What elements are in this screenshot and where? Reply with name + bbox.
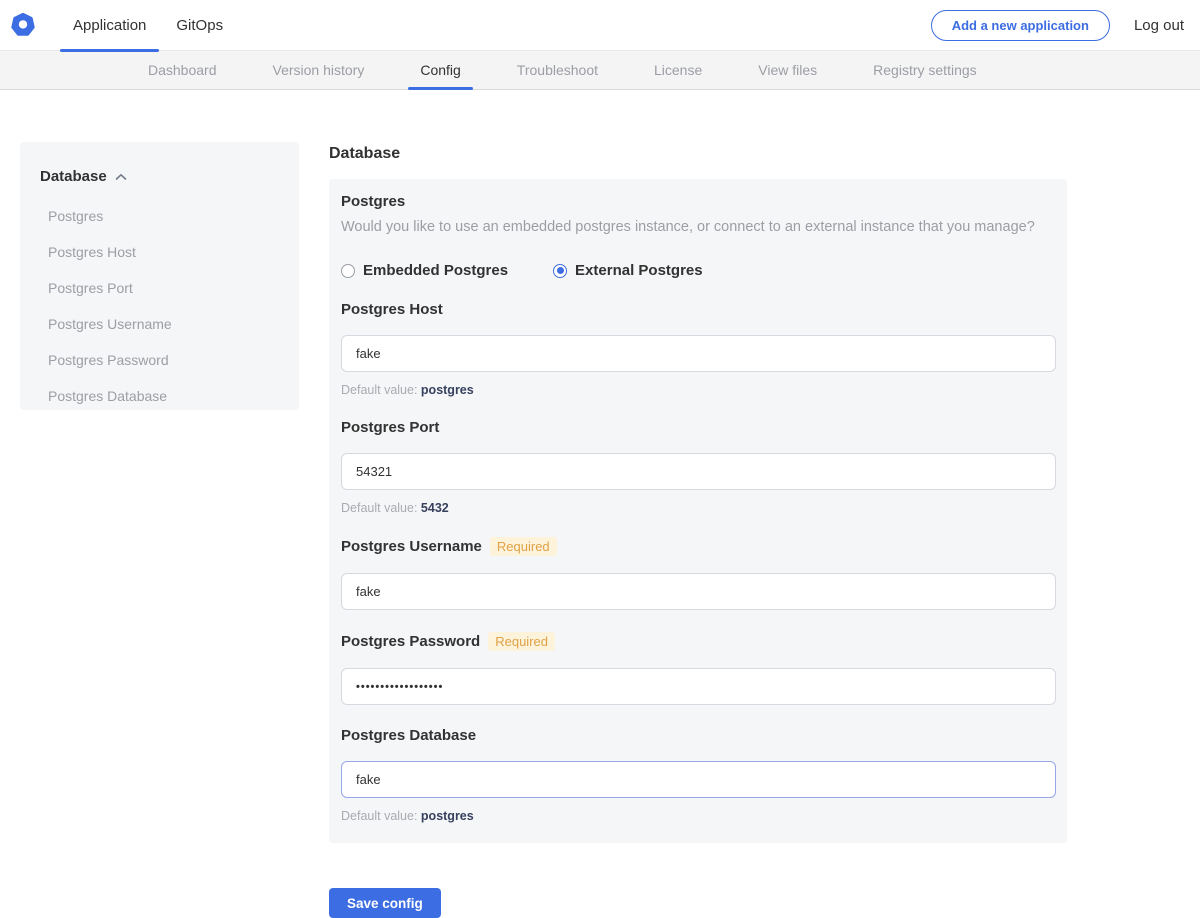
add-new-application-button[interactable]: Add a new application <box>931 10 1110 41</box>
config-page-content: Database Postgres Postgres Host Postgres… <box>0 90 1200 843</box>
postgres-item-heading: Postgres <box>341 193 1056 210</box>
field-postgres-port: Postgres Port Default value: 5432 <box>341 419 1056 515</box>
default-value: postgres <box>421 383 474 397</box>
radio-selected-icon <box>553 264 567 278</box>
radio-unselected-icon <box>341 264 355 278</box>
subnav-item-version-history[interactable]: Version history <box>261 51 377 89</box>
field-postgres-password: Postgres Password Required <box>341 632 1056 705</box>
database-config-panel: Postgres Would you like to use an embedd… <box>329 179 1067 843</box>
default-label: Default value: <box>341 383 417 397</box>
top-tab-gitops[interactable]: GitOps <box>163 0 236 51</box>
sidebar-item-postgres[interactable]: Postgres <box>40 198 279 234</box>
radio-embedded-postgres[interactable]: Embedded Postgres <box>341 262 508 279</box>
postgres-port-input[interactable] <box>341 453 1056 490</box>
subnav-item-license[interactable]: License <box>642 51 714 89</box>
field-postgres-username: Postgres Username Required <box>341 537 1056 610</box>
app-sub-nav: Dashboard Version history Config Trouble… <box>0 51 1200 90</box>
postgres-username-input[interactable] <box>341 573 1056 610</box>
sidebar-item-list: Postgres Postgres Host Postgres Port Pos… <box>40 198 279 414</box>
postgres-host-input[interactable] <box>341 335 1056 372</box>
postgres-host-label: Postgres Host <box>341 301 443 318</box>
default-label: Default value: <box>341 501 417 515</box>
subnav-item-dashboard[interactable]: Dashboard <box>136 51 229 89</box>
postgres-port-default-note: Default value: 5432 <box>341 501 1056 515</box>
top-tab-gitops-label: GitOps <box>176 17 223 34</box>
postgres-password-input[interactable] <box>341 668 1056 705</box>
required-badge: Required <box>488 632 555 651</box>
postgres-password-label: Postgres Password <box>341 633 480 650</box>
subnav-item-registry-settings[interactable]: Registry settings <box>861 51 988 89</box>
postgres-username-label: Postgres Username <box>341 538 482 555</box>
field-postgres-host: Postgres Host Default value: postgres <box>341 301 1056 397</box>
radio-external-postgres-label: External Postgres <box>575 262 703 279</box>
config-sidebar: Database Postgres Postgres Host Postgres… <box>20 142 299 410</box>
postgres-host-default-note: Default value: postgres <box>341 383 1056 397</box>
postgres-port-label: Postgres Port <box>341 419 439 436</box>
postgres-database-label: Postgres Database <box>341 727 476 744</box>
sidebar-item-postgres-username[interactable]: Postgres Username <box>40 306 279 342</box>
default-value: postgres <box>421 809 474 823</box>
radio-external-postgres[interactable]: External Postgres <box>553 262 703 279</box>
sidebar-item-postgres-database[interactable]: Postgres Database <box>40 378 279 414</box>
postgres-radio-group: Embedded Postgres External Postgres <box>341 262 1056 279</box>
radio-embedded-postgres-label: Embedded Postgres <box>363 262 508 279</box>
required-badge: Required <box>490 537 557 556</box>
sidebar-group-database[interactable]: Database <box>40 168 279 185</box>
sidebar-item-postgres-port[interactable]: Postgres Port <box>40 270 279 306</box>
topnav-right-actions: Add a new application Log out <box>931 10 1200 41</box>
sidebar-item-postgres-password[interactable]: Postgres Password <box>40 342 279 378</box>
sidebar-group-database-label: Database <box>40 168 107 185</box>
chevron-up-icon <box>115 173 127 181</box>
logout-link[interactable]: Log out <box>1134 17 1184 34</box>
postgres-help-text: Would you like to use an embedded postgr… <box>341 219 1056 235</box>
replicated-logo-icon[interactable] <box>10 12 36 38</box>
subnav-item-config[interactable]: Config <box>408 51 472 89</box>
config-main-area: Database Postgres Would you like to use … <box>329 142 1067 843</box>
config-group-title: Database <box>329 145 1067 163</box>
default-value: 5432 <box>421 501 449 515</box>
postgres-database-default-note: Default value: postgres <box>341 809 1056 823</box>
save-config-button[interactable]: Save config <box>329 888 441 918</box>
top-tab-application-label: Application <box>73 17 146 34</box>
field-postgres-database: Postgres Database Default value: postgre… <box>341 727 1056 823</box>
postgres-database-input[interactable] <box>341 761 1056 798</box>
sidebar-item-postgres-host[interactable]: Postgres Host <box>40 234 279 270</box>
default-label: Default value: <box>341 809 417 823</box>
subnav-item-troubleshoot[interactable]: Troubleshoot <box>505 51 610 89</box>
top-tab-application[interactable]: Application <box>60 0 159 51</box>
subnav-item-view-files[interactable]: View files <box>746 51 829 89</box>
top-nav-bar: Application GitOps Add a new application… <box>0 0 1200 51</box>
